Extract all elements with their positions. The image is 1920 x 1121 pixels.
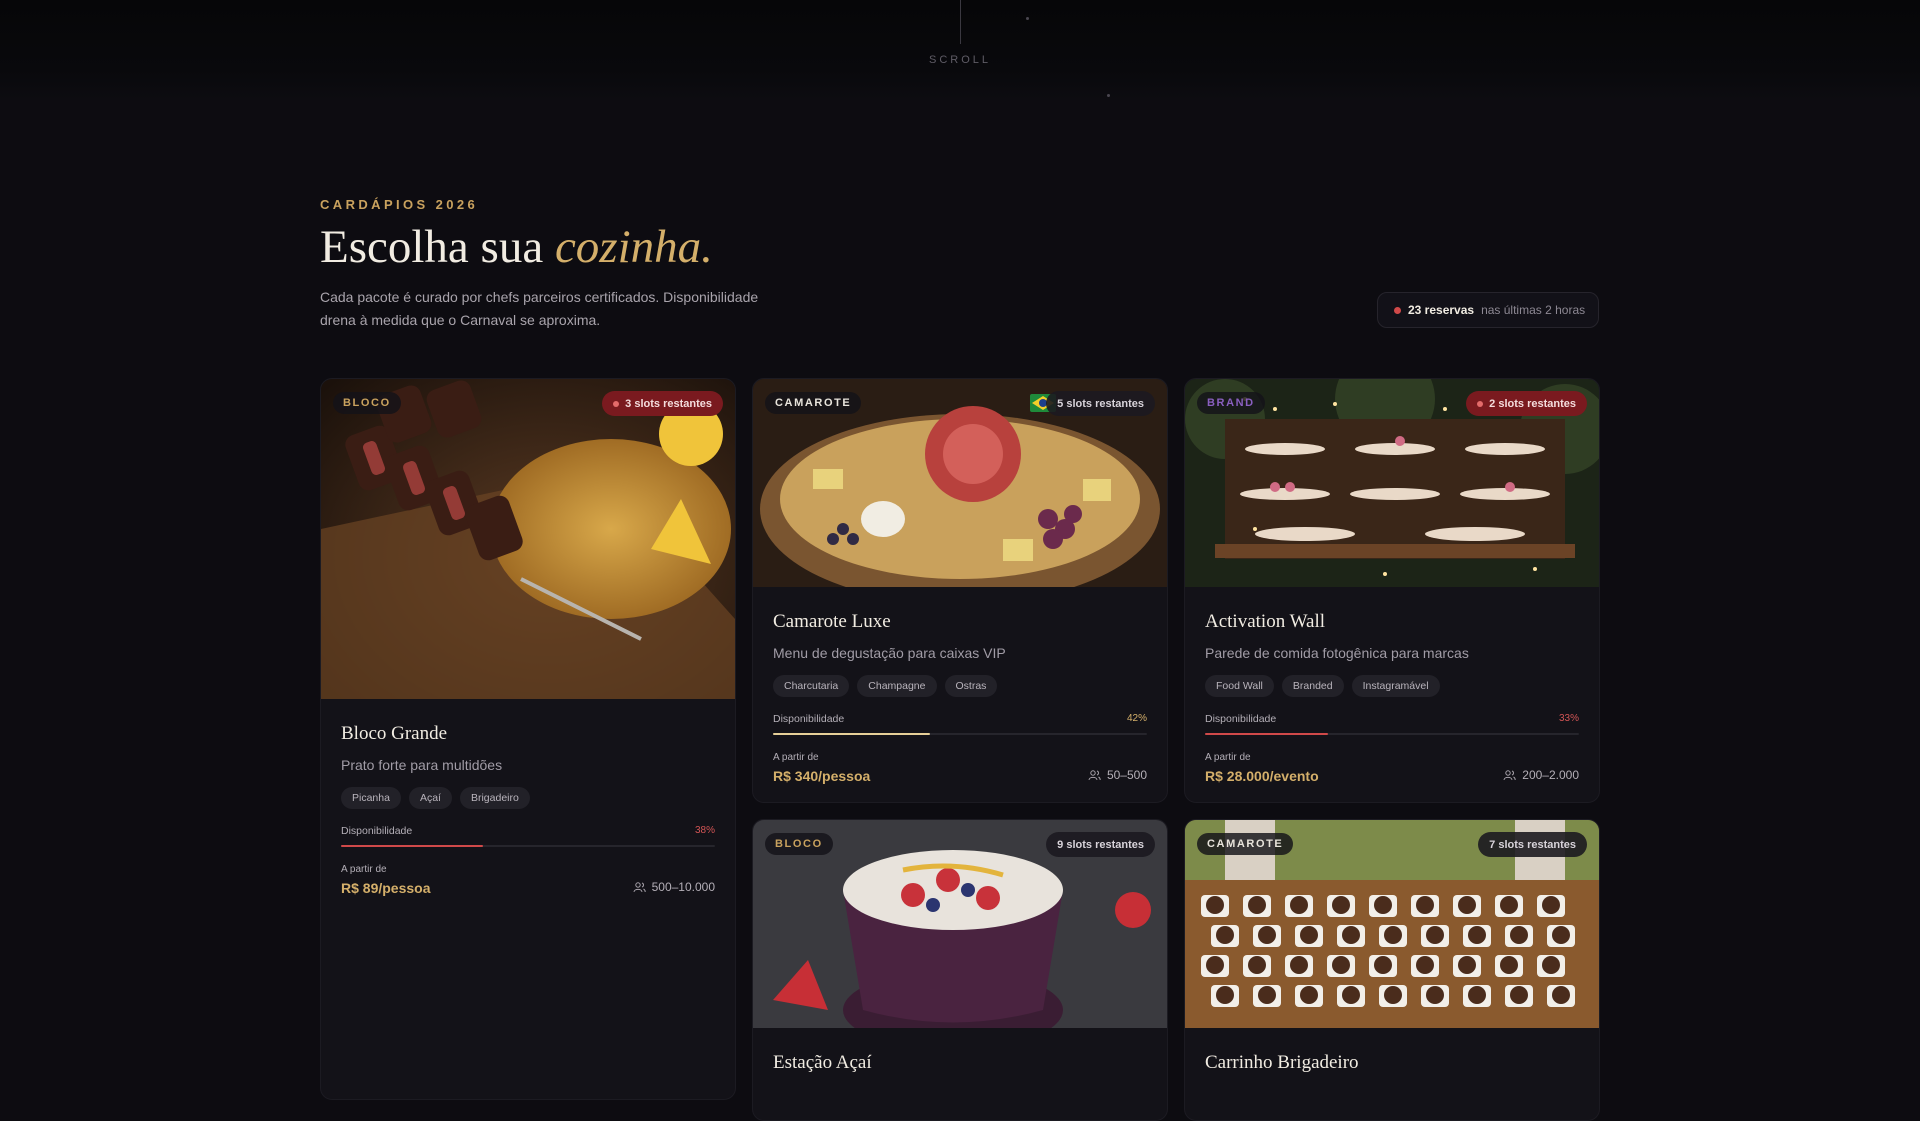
slots-text: 5 slots restantes: [1057, 397, 1144, 410]
guest-range-text: 50–500: [1106, 768, 1147, 782]
availability-percent: 33%: [1558, 713, 1579, 724]
category-badge: BRAND: [1197, 392, 1265, 414]
menu-card-carrinho-brigadeiro[interactable]: CAMAROTE 7 slots restantes Carrinho Brig…: [1184, 819, 1600, 1121]
menu-card-bloco-grande[interactable]: BLOCO 3 slots restantes Bloco Grande Pra…: [320, 378, 736, 1100]
category-badge: CAMAROTE: [765, 392, 862, 414]
category-badge: CAMAROTE: [1197, 833, 1294, 855]
page-title: Escolha sua cozinha.: [320, 220, 713, 274]
availability-label: Disponibilidade: [341, 825, 413, 837]
guest-range: 200–2.000: [1503, 768, 1579, 784]
live-activity-badge: 23 reservas nas últimas 2 horas: [1377, 292, 1599, 328]
activity-text: nas últimas 2 horas: [1481, 303, 1586, 317]
slots-badge: 3 slots restantes: [602, 391, 723, 416]
card-subtitle: Prato forte para multidões: [341, 757, 503, 773]
slots-badge: 9 slots restantes: [1046, 832, 1155, 857]
price-value: R$ 28.000/evento: [1205, 768, 1319, 784]
availability-fill: [1205, 733, 1329, 735]
category-badge: BLOCO: [765, 833, 833, 855]
people-icon: [633, 881, 646, 892]
card-image: BLOCO 3 slots restantes: [321, 379, 735, 699]
card-subtitle: Menu de degustação para caixas VIP: [773, 645, 1006, 661]
guest-range: 50–500: [1088, 768, 1147, 784]
tag-list: Charcutaria Champagne Ostras: [773, 675, 1147, 697]
tag: Ostras: [944, 675, 998, 697]
price-label: A partir de: [1205, 752, 1251, 763]
price-label: A partir de: [773, 752, 819, 763]
scroll-label: SCROLL: [928, 54, 992, 66]
decor-dot: [1026, 17, 1029, 20]
card-image: BLOCO 9 slots restantes: [753, 820, 1167, 1028]
card-title: Bloco Grande: [341, 723, 448, 744]
menu-card-camarote-luxe[interactable]: CAMAROTE 5 slots restantes Camarote Luxe…: [752, 378, 1168, 803]
tag: Instagramável: [1351, 675, 1440, 697]
availability-bar: [773, 733, 1147, 735]
guest-range-text: 200–2.000: [1522, 768, 1579, 782]
card-image: CAMAROTE 7 slots restantes: [1185, 820, 1599, 1028]
tag: Brigadeiro: [459, 787, 530, 809]
section-description: Cada pacote é curado por chefs parceiros…: [320, 289, 759, 328]
card-image: CAMAROTE 5 slots restantes: [753, 379, 1167, 587]
availability-bar: [1205, 733, 1579, 735]
people-icon: [1088, 769, 1101, 780]
slots-badge: 2 slots restantes: [1466, 391, 1587, 416]
grilled-meat-image: [321, 379, 735, 699]
availability-bar: [341, 845, 715, 847]
guest-range: 500–10.000: [633, 880, 715, 896]
availability-percent: 38%: [694, 825, 715, 836]
tag: Champagne: [857, 675, 937, 697]
activity-count: 23 reservas: [1408, 303, 1475, 317]
price-value: R$ 340/pessoa: [773, 768, 871, 784]
menu-card-activation-wall[interactable]: BRAND 2 slots restantes Activation Wall …: [1184, 378, 1600, 803]
tag: Food Wall: [1205, 675, 1274, 697]
tag: Açaí: [408, 787, 452, 809]
card-title: Activation Wall: [1205, 611, 1326, 632]
menu-card-estacao-acai[interactable]: BLOCO 9 slots restantes Estação Açaí: [752, 819, 1168, 1121]
tag-list: Picanha Açaí Brigadeiro: [341, 787, 715, 809]
scroll-indicator-line: [960, 0, 961, 44]
availability-percent: 42%: [1126, 713, 1147, 724]
decor-dot: [1107, 94, 1110, 97]
slots-text: 3 slots restantes: [625, 397, 712, 410]
slots-badge: 5 slots restantes: [1046, 391, 1155, 416]
slots-text: 9 slots restantes: [1057, 838, 1144, 851]
page-title-plain: Escolha sua: [320, 221, 555, 273]
tag: Branded: [1281, 675, 1344, 697]
page-title-italic: cozinha.: [554, 221, 713, 273]
card-subtitle: Parede de comida fotogênica para marcas: [1205, 645, 1469, 661]
card-image: BRAND 2 slots restantes: [1185, 379, 1599, 587]
alert-dot-icon: [1477, 400, 1484, 407]
card-title: Camarote Luxe: [773, 611, 891, 632]
price-label: A partir de: [341, 864, 387, 875]
card-title: Carrinho Brigadeiro: [1205, 1052, 1359, 1073]
slots-text: 7 slots restantes: [1489, 838, 1576, 851]
availability-label: Disponibilidade: [773, 713, 845, 725]
guest-range-text: 500–10.000: [651, 880, 715, 894]
slots-badge: 7 slots restantes: [1478, 832, 1587, 857]
card-title: Estação Açaí: [773, 1052, 872, 1073]
people-icon: [1503, 769, 1516, 780]
live-dot-icon: [1394, 306, 1401, 314]
tag: Picanha: [341, 787, 401, 809]
category-badge: BLOCO: [333, 392, 401, 414]
price-value: R$ 89/pessoa: [341, 880, 431, 896]
tag: Charcutaria: [773, 675, 850, 697]
availability-label: Disponibilidade: [1205, 713, 1277, 725]
tag-list: Food Wall Branded Instagramável: [1205, 675, 1579, 697]
availability-fill: [773, 733, 931, 735]
alert-dot-icon: [613, 400, 620, 407]
slots-text: 2 slots restantes: [1489, 397, 1576, 410]
availability-fill: [341, 845, 484, 847]
section-eyebrow: CARDÁPIOS 2026: [320, 197, 479, 212]
